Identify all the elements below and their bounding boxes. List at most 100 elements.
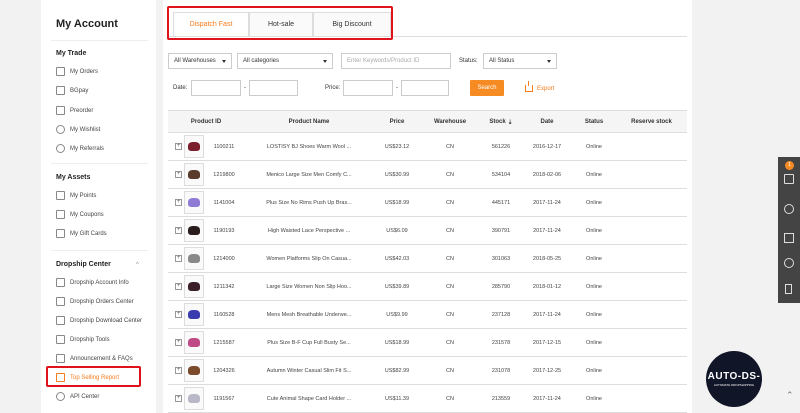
cell-product-name[interactable]: Plus Size No Rims Push Up Bras... [244, 189, 374, 217]
product-thumbnail[interactable] [184, 359, 204, 382]
col-product-id: Product ID [190, 119, 222, 125]
sidebar-item-label: Announcement & FAQs [70, 355, 133, 362]
date-from-input[interactable] [191, 80, 241, 96]
cell-date: 2017-11-24 [533, 312, 561, 318]
table-row[interactable]: +1100211 LOSTISY BJ Shoes Warm Wool ... US… [168, 133, 687, 161]
table-row[interactable]: +1191567 Cute Animal Shape Card Holder ..… [168, 385, 687, 413]
section-dropship-center: Dropship Center [56, 261, 111, 268]
sidebar-item-my-coupons[interactable]: My Coupons [56, 210, 104, 219]
sidebar-item-label: My Referrals [70, 145, 105, 152]
date-to-input[interactable] [249, 80, 298, 96]
table-row[interactable]: +1204326 Autumn Winter Casual Slim Fit S.… [168, 357, 687, 385]
sidebar-item-dropship-account-info[interactable]: Dropship Account Info [56, 278, 129, 287]
expand-row-icon[interactable]: + [175, 311, 182, 318]
cell-price: US$6.09 [386, 228, 408, 234]
table-row[interactable]: +1211342 Large Size Women Non Slip Hoo...… [168, 273, 687, 301]
gift-card-icon [56, 229, 65, 238]
table-row[interactable]: +1219800 Menico Large Size Men Comfy C...… [168, 161, 687, 189]
message-icon[interactable] [784, 233, 794, 243]
cell-status: Online [586, 200, 602, 206]
expand-row-icon[interactable]: + [175, 367, 182, 374]
product-thumbnail[interactable] [184, 387, 204, 410]
preorder-icon [56, 106, 65, 115]
sidebar-item-dropship-orders-center[interactable]: Dropship Orders Center [56, 297, 134, 306]
status-select[interactable]: All Status [483, 53, 557, 69]
sidebar-item-preorder[interactable]: Preorder [56, 106, 93, 115]
cell-status: Online [586, 144, 602, 150]
product-thumbnail[interactable] [184, 303, 204, 326]
table-row[interactable]: +1190193 High Waisted Lace Perspective ..… [168, 217, 687, 245]
cell-date: 2017-12-15 [532, 340, 562, 346]
sidebar-item-my-referrals[interactable]: My Referrals [56, 144, 104, 153]
product-thumbnail[interactable] [184, 331, 204, 354]
price-max-input[interactable] [401, 80, 449, 96]
heart-icon[interactable] [784, 204, 794, 214]
product-thumbnail[interactable] [184, 191, 204, 214]
product-thumbnail[interactable] [184, 275, 204, 298]
col-stock-label: Stock [489, 119, 506, 125]
expand-row-icon[interactable]: + [175, 199, 182, 206]
category-select[interactable]: All categories [237, 53, 333, 69]
cell-product-name[interactable]: Menico Large Size Men Comfy C... [244, 161, 374, 189]
keyword-search-input[interactable]: Enter Keywords/Product ID [341, 53, 451, 69]
price-min-input[interactable] [343, 80, 393, 96]
cell-product-name[interactable]: Cute Animal Shape Card Holder ... [244, 385, 374, 413]
cell-product-name[interactable]: Large Size Women Non Slip Hoo... [244, 273, 374, 301]
help-icon[interactable] [784, 258, 794, 268]
scroll-top-icon[interactable]: ⌃ [786, 390, 794, 401]
cell-product-name[interactable]: Women Platforms Slip On Casua... [244, 245, 374, 273]
sidebar-item-announcement-faqs[interactable]: Announcement & FAQs [56, 354, 133, 363]
cell-product-name[interactable]: Autumn Winter Casual Slim Fit S... [244, 357, 374, 385]
table-row[interactable]: +1141004 Plus Size No Rims Push Up Bras..… [168, 189, 687, 217]
table-row[interactable]: +1214000 Women Platforms Slip On Casua...… [168, 245, 687, 273]
sidebar-item-label: Dropship Tools [70, 336, 110, 343]
sidebar-item-label: My Gift Cards [70, 230, 107, 237]
col-warehouse: Warehouse [433, 119, 467, 125]
expand-row-icon[interactable]: + [175, 255, 182, 262]
expand-row-icon[interactable]: + [175, 339, 182, 346]
table-row[interactable]: +1160528 Mens Mesh Breathable Underwe... U… [168, 301, 687, 329]
expand-row-icon[interactable]: + [175, 227, 182, 234]
warehouse-select[interactable]: All Warehouses [168, 53, 232, 69]
main-panel: Dispatch Fast Hot-sale Big Discount All … [163, 0, 692, 413]
sidebar-item-my-gift-cards[interactable]: My Gift Cards [56, 229, 107, 238]
sidebar-item-my-wishlist[interactable]: My Wishlist [56, 125, 100, 134]
sidebar-item-api-center[interactable]: API Center [56, 392, 99, 401]
cell-reserve-stock [616, 189, 687, 217]
expand-row-icon[interactable]: + [175, 143, 182, 150]
cell-warehouse: CN [446, 396, 454, 402]
export-button[interactable]: Export [525, 81, 554, 92]
cell-date: 2017-11-24 [533, 200, 561, 206]
cell-warehouse: CN [446, 284, 454, 290]
product-thumbnail[interactable] [184, 135, 204, 158]
product-thumbnail[interactable] [184, 247, 204, 270]
chevron-up-icon[interactable]: ^ [136, 262, 139, 268]
cell-date: 2018-02-06 [532, 172, 562, 178]
cell-product-name[interactable]: Plus Size B-F Cup Full Busty Se... [244, 329, 374, 357]
col-stock[interactable]: Stock ⇣ [480, 111, 522, 133]
sidebar-item-dropship-tools[interactable]: Dropship Tools [56, 335, 110, 344]
cell-reserve-stock [616, 217, 687, 245]
table-row[interactable]: +1215587 Plus Size B-F Cup Full Busty Se.… [168, 329, 687, 357]
product-thumbnail[interactable] [184, 219, 204, 242]
expand-row-icon[interactable]: + [175, 283, 182, 290]
expand-row-icon[interactable]: + [175, 395, 182, 402]
floating-toolbar: 1 [778, 157, 800, 303]
search-button[interactable]: Search [470, 80, 504, 96]
cell-product-name[interactable]: LOSTISY BJ Shoes Warm Wool ... [244, 133, 374, 161]
orders-center-icon [56, 297, 65, 306]
cell-product-name[interactable]: Mens Mesh Breathable Underwe... [244, 301, 374, 329]
cell-reserve-stock [616, 301, 687, 329]
cart-icon[interactable] [784, 174, 794, 184]
cell-status: Online [586, 284, 602, 290]
product-thumbnail[interactable] [184, 163, 204, 186]
sidebar-item-dropship-download-center[interactable]: Dropship Download Center [56, 316, 142, 325]
sidebar-item-bgpay[interactable]: BGpay [56, 86, 88, 95]
mobile-icon[interactable] [785, 284, 792, 294]
sidebar-item-my-orders[interactable]: My Orders [56, 67, 98, 76]
cell-price: US$23.12 [384, 144, 410, 150]
cell-date: 2018-01-12 [532, 284, 562, 290]
expand-row-icon[interactable]: + [175, 171, 182, 178]
cell-product-name[interactable]: High Waisted Lace Perspective ... [244, 217, 374, 245]
sidebar-item-my-points[interactable]: My Points [56, 191, 96, 200]
